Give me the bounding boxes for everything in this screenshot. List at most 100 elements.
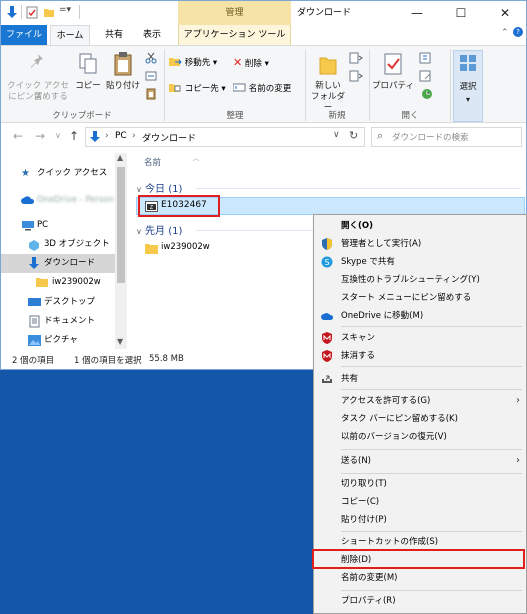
- properties-ribbon-button[interactable]: プロパティ: [372, 50, 414, 108]
- up-icon[interactable]: ↑: [69, 129, 79, 143]
- svg-text:S: S: [324, 258, 329, 267]
- tab-view[interactable]: 表示: [135, 25, 169, 45]
- copy-path-icon[interactable]: [145, 70, 157, 82]
- nav-onedrive[interactable]: OneDrive - Person: [1, 191, 115, 210]
- search-placeholder: ダウンロードの検索: [392, 133, 469, 143]
- back-icon[interactable]: ←: [13, 129, 23, 143]
- new-group-label: 新規: [328, 111, 346, 121]
- refresh-icon[interactable]: ↻: [349, 129, 358, 142]
- new-folder-button[interactable]: 新しい フォルダー: [307, 50, 349, 113]
- menu-properties[interactable]: プロパティ(R): [314, 592, 526, 610]
- nav-desktop[interactable]: デスクトップ: [1, 293, 115, 312]
- move-to-button[interactable]: 移動先 ▾: [169, 56, 217, 70]
- nav-downloads[interactable]: ダウンロード: [1, 254, 115, 273]
- down-arrow-icon[interactable]: [6, 6, 18, 19]
- rename-ribbon-button[interactable]: 名前の変更: [232, 82, 291, 96]
- copy-button[interactable]: コピー: [73, 50, 103, 108]
- nav-documents[interactable]: ドキュメント: [1, 312, 115, 331]
- help-icon[interactable]: ?: [513, 27, 523, 37]
- scroll-thumb[interactable]: [117, 167, 125, 283]
- new-item-icon[interactable]: [349, 52, 363, 64]
- scroll-up-icon[interactable]: ▲: [117, 153, 123, 162]
- menu-paste[interactable]: 貼り付け(P): [314, 511, 526, 529]
- menu-share[interactable]: 共有: [314, 370, 526, 388]
- menu-pin-to-start[interactable]: スタート メニューにピン留めする: [314, 289, 526, 307]
- nav-scrollbar[interactable]: ▲ ▼: [115, 153, 127, 349]
- menu-run-as-admin[interactable]: 管理者として実行(A): [314, 235, 526, 253]
- copy-label: コピー: [75, 81, 101, 91]
- menu-open[interactable]: 開く(O): [314, 217, 526, 235]
- file-highlight-box: [138, 195, 220, 217]
- close-button[interactable]: ✕: [483, 1, 527, 25]
- nav-quick-access[interactable]: ★ クイック アクセス: [1, 164, 115, 183]
- menu-send-to[interactable]: 送る(N) ›: [314, 452, 526, 470]
- nav-iw239002w[interactable]: iw239002w: [1, 273, 115, 292]
- paste-button[interactable]: 貼り付け: [104, 50, 142, 108]
- tab-file[interactable]: ファイル: [1, 25, 47, 45]
- menu-shred[interactable]: 抹消する: [314, 347, 526, 365]
- qat-dropdown-icon[interactable]: =▾: [59, 5, 71, 15]
- properties-check-icon[interactable]: [26, 6, 38, 19]
- address-dropdown-icon[interactable]: ∨: [333, 130, 340, 140]
- menu-skype-share[interactable]: S Skype で共有: [314, 253, 526, 271]
- search-box[interactable]: ⌕ ダウンロードの検索: [371, 127, 522, 147]
- minimize-button[interactable]: —: [395, 1, 439, 25]
- delete-highlight-box: [312, 549, 525, 569]
- folder-icon: [36, 278, 48, 287]
- pin-icon: [31, 54, 43, 68]
- menu-move-to-onedrive[interactable]: OneDrive に移動(M): [314, 307, 526, 325]
- cut-icon[interactable]: [145, 52, 157, 64]
- recent-dropdown-icon[interactable]: ∨: [55, 131, 61, 140]
- copy-to-button[interactable]: コピー先 ▾: [169, 82, 226, 96]
- menu-scan[interactable]: スキャン: [314, 329, 526, 347]
- edit-icon[interactable]: [419, 70, 435, 82]
- breadcrumb-downloads[interactable]: ダウンロード: [142, 131, 196, 144]
- menu-cut[interactable]: 切り取り(T): [314, 475, 526, 493]
- menu-restore-previous[interactable]: 以前のバージョンの復元(V): [314, 428, 526, 446]
- tab-share[interactable]: 共有: [97, 25, 131, 45]
- open-icon[interactable]: [419, 52, 435, 64]
- sort-chevron-icon: ︿: [192, 154, 200, 162]
- forward-icon[interactable]: →: [35, 129, 45, 143]
- menu-rename[interactable]: 名前の変更(M): [314, 569, 526, 587]
- copy-to-icon: [169, 84, 181, 92]
- delete-ribbon-button[interactable]: ✕ 削除 ▾: [233, 56, 269, 71]
- tab-application-tools[interactable]: アプリケーション ツール: [178, 25, 291, 45]
- ribbon-collapse-icon[interactable]: ⌃: [501, 28, 509, 38]
- nav-label: クイック アクセス: [37, 168, 108, 178]
- ribbon-home: クイック アクセス にピン留めする コピー 貼り付け クリップボード 移動先 ▾…: [1, 45, 526, 123]
- paste-shortcut-icon[interactable]: [145, 88, 157, 100]
- share-icon: [322, 375, 332, 383]
- menu-copy[interactable]: コピー(C): [314, 493, 526, 511]
- pin-label-2: にピン留めする: [8, 92, 68, 102]
- cloud-icon: [21, 196, 35, 204]
- new-folder-qat-icon[interactable]: [43, 6, 55, 19]
- group-today[interactable]: ∨ 今日 (1): [136, 180, 182, 195]
- manage-tab-header[interactable]: 管理: [178, 1, 291, 25]
- navigation-pane: ★ クイック アクセス OneDrive - Person PC 3D オブジェ…: [1, 153, 127, 349]
- folder-name[interactable]: iw239002w: [161, 242, 210, 252]
- nav-pictures[interactable]: ピクチャ: [1, 331, 115, 350]
- downloads-icon: [29, 257, 39, 269]
- select-button[interactable]: 選択 ▾: [453, 50, 483, 122]
- history-icon[interactable]: [419, 88, 435, 100]
- nav-3d-objects[interactable]: 3D オブジェクト: [1, 235, 115, 254]
- maximize-button[interactable]: ☐: [439, 1, 483, 25]
- easy-access-icon[interactable]: [349, 70, 363, 82]
- paste-icon: [114, 52, 132, 76]
- scroll-down-icon[interactable]: ▼: [117, 337, 123, 346]
- delete-x-icon: ✕: [233, 56, 243, 69]
- menu-pin-to-taskbar[interactable]: タスク バーにピン留めする(K): [314, 410, 526, 428]
- menu-give-access[interactable]: アクセスを許可する(G) ›: [314, 392, 526, 410]
- address-bar[interactable]: › PC › ダウンロード ∨ ↻: [85, 127, 365, 147]
- group-last-month[interactable]: ∨ 先月 (1): [136, 222, 182, 237]
- breadcrumb-pc[interactable]: PC: [115, 131, 127, 141]
- delete-ribbon-label: 削除 ▾: [244, 59, 269, 69]
- nav-pc[interactable]: PC: [1, 216, 115, 235]
- tab-home[interactable]: ホーム: [50, 25, 90, 45]
- copy-to-label: コピー先 ▾: [184, 84, 226, 94]
- new-folder-label-1: 新しい: [315, 81, 341, 91]
- pin-to-quick-access-button[interactable]: クイック アクセス にピン留めする: [5, 50, 71, 108]
- move-to-label: 移動先 ▾: [184, 58, 218, 68]
- menu-compat-troubleshoot[interactable]: 互換性のトラブルシューティング(Y): [314, 271, 526, 289]
